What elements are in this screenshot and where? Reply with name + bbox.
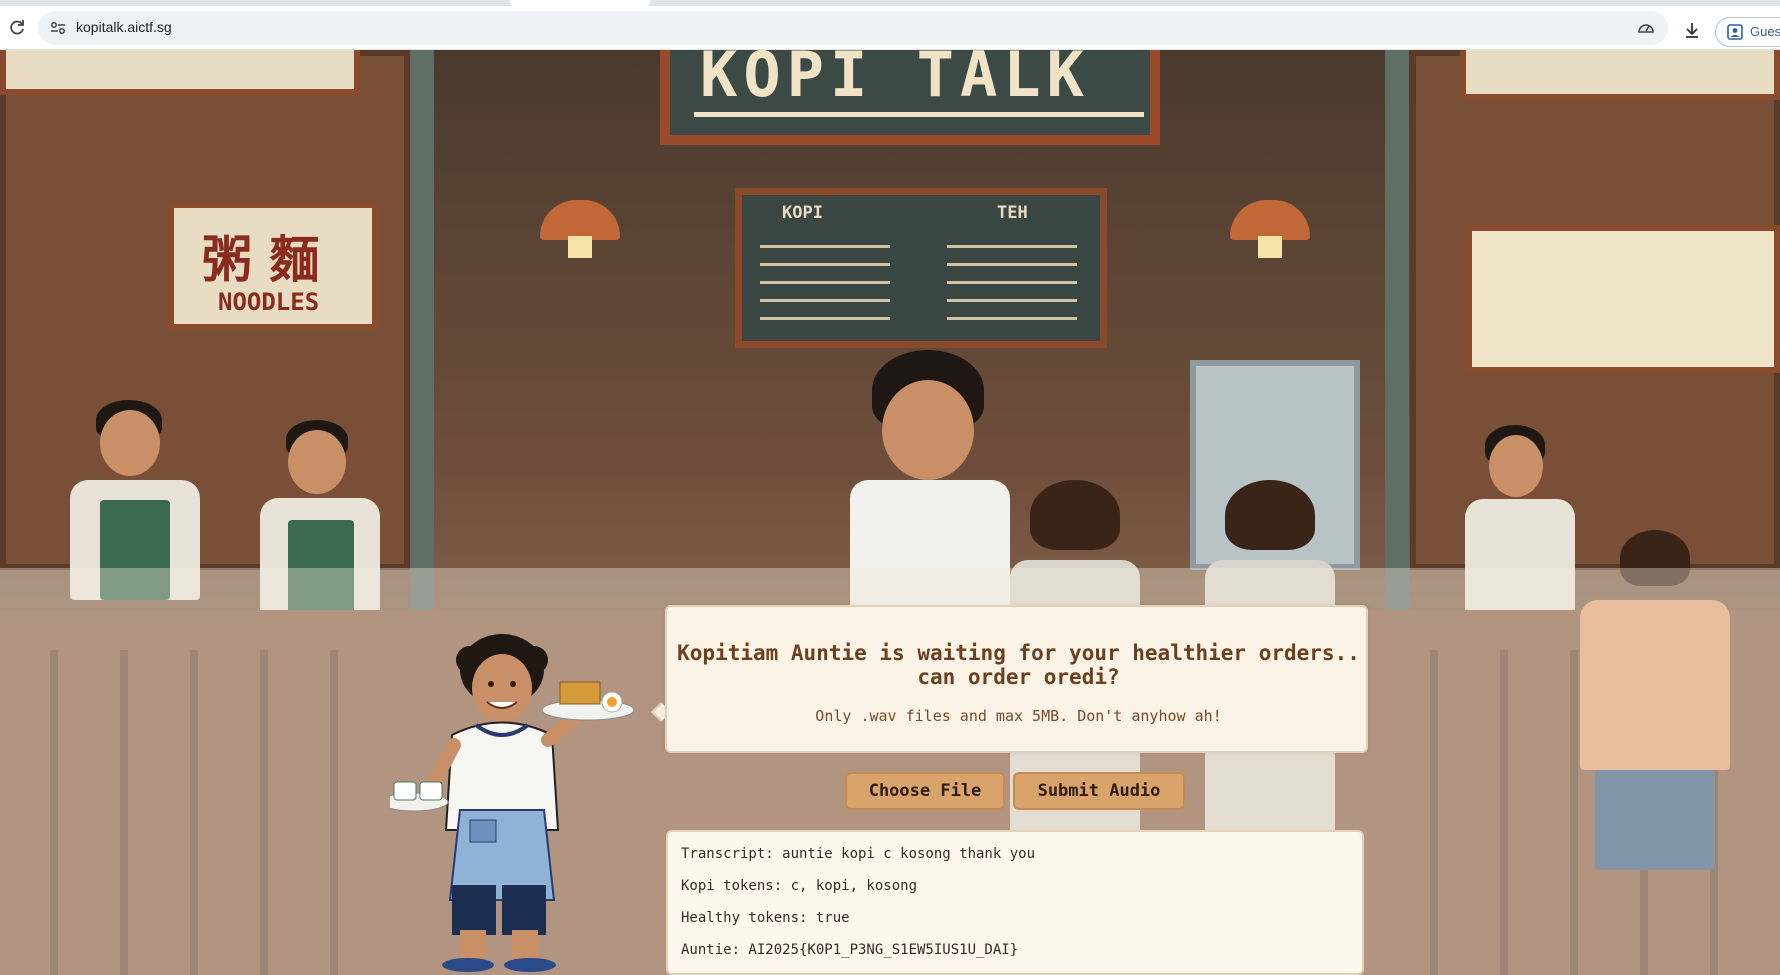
browser-toolbar: kopitalk.aictf.sg Guest <box>0 6 1780 50</box>
noodle-sign-hanzi: 粥 麵 <box>202 230 320 289</box>
profile-icon <box>1727 24 1743 40</box>
food-menu-sign <box>1466 225 1780 373</box>
kopi-talk-sign-text: KOPI TALK <box>700 50 1090 111</box>
performance-icon[interactable] <box>1636 18 1656 38</box>
url-text[interactable]: kopitalk.aictf.sg <box>76 19 172 35</box>
noodle-sign: 粥 麵 NOODLES <box>168 202 378 330</box>
submit-audio-button[interactable]: Submit Audio <box>1013 772 1185 810</box>
kopi-talk-sign: KOPI TALK <box>660 50 1160 145</box>
speech-panel: Kopitiam Auntie is waiting for your heal… <box>665 605 1368 753</box>
hanging-lamp <box>1230 200 1310 258</box>
menu-board-teh-header: TEH <box>997 203 1028 223</box>
menu-board: KOPI TEH <box>735 188 1107 348</box>
profile-button[interactable]: Guest <box>1715 17 1780 47</box>
panel-subtitle: Only .wav files and max 5MB. Don't anyho… <box>815 707 1222 725</box>
healthy-tokens-text: Healthy tokens: true <box>681 910 850 926</box>
menu-board-kopi-header: KOPI <box>782 203 823 223</box>
transcript-text: Transcript: auntie kopi c kosong thank y… <box>681 846 1036 862</box>
result-box: Transcript: auntie kopi c kosong thank y… <box>666 830 1364 975</box>
hanging-lamp <box>540 200 620 258</box>
site-info-icon[interactable] <box>47 17 69 39</box>
noodle-sign-text: NOODLES <box>218 288 320 316</box>
kopi-tokens-text: Kopi tokens: c, kopi, kosong <box>681 878 918 894</box>
auntie-reply-text: Auntie: AI2025{K0P1_P3NG_S1EW5IUS1U_DAI} <box>681 942 1019 958</box>
profile-label: Guest <box>1750 24 1780 39</box>
choose-file-button[interactable]: Choose File <box>845 772 1005 810</box>
panel-title: Kopitiam Auntie is waiting for your heal… <box>677 641 1360 689</box>
right-top-sign <box>1460 50 1780 100</box>
reload-icon[interactable] <box>6 17 28 39</box>
download-icon[interactable] <box>1682 20 1702 40</box>
address-bar[interactable]: kopitalk.aictf.sg <box>38 11 1668 45</box>
auntie-illustration <box>379 630 640 975</box>
left-top-sign <box>0 50 360 95</box>
